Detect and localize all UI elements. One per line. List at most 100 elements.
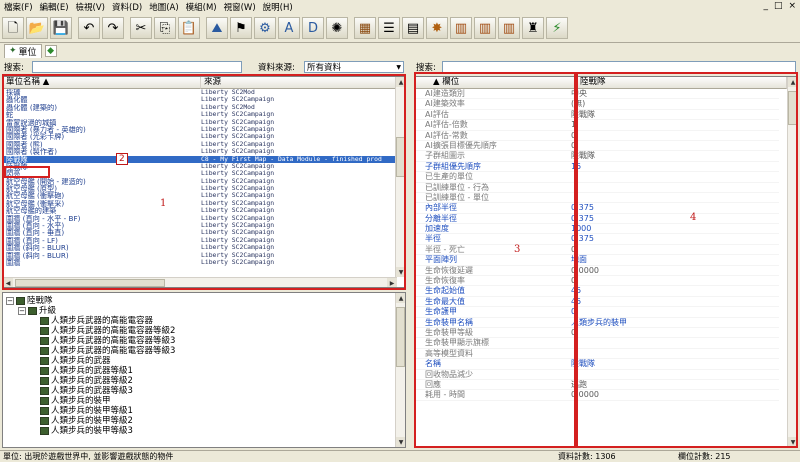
upgrade-icon — [40, 427, 49, 435]
undo-icon[interactable]: ↶ — [78, 17, 100, 39]
copy-icon[interactable]: ⎘ — [154, 17, 176, 39]
upgrade-icon — [40, 357, 49, 365]
menu-item-4[interactable]: 地圖(A) — [149, 1, 178, 13]
tab-row: ✦ 單位 ◆ — [0, 42, 800, 58]
menu-item-3[interactable]: 資料(D) — [112, 1, 142, 13]
book3-icon[interactable]: ▥ — [498, 17, 520, 39]
collapse-icon[interactable]: − — [6, 297, 14, 305]
unit-tab-icon: ✦ — [9, 46, 17, 56]
menu-item-1[interactable]: 編輯(E) — [40, 1, 69, 13]
tree-label: 人類步兵武器的高能電容器等級3 — [51, 346, 176, 356]
cut-icon[interactable]: ✂ — [130, 17, 152, 39]
unit-panel-icon[interactable]: ▦ — [354, 17, 376, 39]
minimize-icon[interactable]: _ — [763, 1, 768, 11]
game-test-icon[interactable]: ⚡ — [546, 17, 568, 39]
search-label: 搜索: — [4, 63, 24, 73]
redo-icon[interactable]: ↷ — [102, 17, 124, 39]
source-select[interactable]: 所有資料 ▼ — [304, 61, 404, 73]
sound-icon[interactable]: ✺ — [326, 17, 348, 39]
upgrade-icon — [40, 377, 49, 385]
tree-item[interactable]: 人類步兵的武器等級2 — [2, 376, 406, 386]
tree-label: 人類步兵武器的高能電容器 — [51, 316, 154, 326]
toolbar: 🗋 📂 💾 ↶ ↷ ✂ ⎘ 📋 ⛰ ⚑ ⚙ A D ✺ ▦ ☰ ▤ ✸ ▥ ▥ ▥ ♜ ⚡ — [0, 14, 800, 42]
tree-item[interactable]: 人類步兵武器的高能電容器等級2 — [2, 326, 406, 336]
menu-item-7[interactable]: 說明(H) — [263, 1, 293, 13]
book1-icon[interactable]: ▥ — [450, 17, 472, 39]
annotation-label-3: 3 — [514, 244, 521, 255]
open-folder-icon[interactable]: 📂 — [26, 17, 48, 39]
menu-item-0[interactable]: 檔案(F) — [4, 1, 33, 13]
annotation-box-2 — [4, 166, 50, 178]
tree-label: 人類步兵的武器等級1 — [51, 366, 133, 376]
tree-label: 人類步兵的裝甲等級2 — [51, 416, 133, 426]
paste-icon[interactable]: 📋 — [178, 17, 200, 39]
window-controls: _ □ × — [763, 1, 796, 11]
search-input[interactable] — [32, 61, 242, 73]
import-icon[interactable]: D — [302, 17, 324, 39]
window-icon[interactable]: ▤ — [402, 17, 424, 39]
tree-item[interactable]: 人類步兵武器的高能電容器 — [2, 316, 406, 326]
tab-units[interactable]: ✦ 單位 — [4, 43, 42, 58]
upgrade-icon — [40, 317, 49, 325]
annotation-box-3 — [414, 72, 576, 448]
status-description: 單位: 出現於遊戲世界中, 並影響遊戲狀態的物件 — [3, 452, 174, 461]
left-search-row: 搜索: 資料來源: 所有資料 ▼ — [4, 60, 408, 74]
source-select-value: 所有資料 — [307, 63, 342, 73]
upgrade-icon — [40, 327, 49, 335]
tree-item[interactable]: 人類步兵武器的高能電容器等級3 — [2, 346, 406, 356]
menu-bar: 檔案(F) 編輯(E) 檢視(V) 資料(D) 地圖(A) 模組(M) 視窗(W) 說明(H) — [0, 0, 800, 14]
list-icon[interactable]: ☰ — [378, 17, 400, 39]
tree-item[interactable]: 人類步兵的裝甲 — [2, 396, 406, 406]
tree-item[interactable]: 人類步兵武器的高能電容器等級3 — [2, 336, 406, 346]
trigger-icon[interactable]: ⚑ — [230, 17, 252, 39]
upgrade-icon — [28, 307, 37, 315]
tree-item[interactable]: 人類步兵的武器等級3 — [2, 386, 406, 396]
save-icon[interactable]: 💾 — [50, 17, 72, 39]
annotation-label-4: 4 — [690, 212, 697, 223]
object-tree: − 陸戰隊 − 升級 人類步兵武器的高能電容器 人類步兵武器的高能電容器等級2 人類步兵武器… — [2, 296, 406, 446]
tree-root[interactable]: − 陸戰隊 — [2, 296, 406, 306]
source-label: 資料來源: — [258, 63, 295, 73]
upgrade-icon — [40, 407, 49, 415]
collapse-icon[interactable]: − — [18, 307, 26, 315]
tab-units-label: 單位 — [18, 47, 37, 58]
annotation-label-2: 2 — [116, 153, 128, 165]
annotation-box-4 — [576, 72, 798, 448]
tower-icon[interactable]: ♜ — [522, 17, 544, 39]
status-field-count: 欄位計數: 215 — [678, 452, 731, 461]
new-file-icon[interactable]: 🗋 — [2, 17, 24, 39]
tree-label: 人類步兵的裝甲 — [51, 396, 111, 406]
tree-item[interactable]: 人類步兵的武器等級1 — [2, 366, 406, 376]
upgrade-icon — [40, 347, 49, 355]
tree-label: 人類步兵武器的高能電容器等級2 — [51, 326, 176, 336]
tree-label: 人類步兵武器的高能電容器等級3 — [51, 336, 176, 346]
tree-label: 人類步兵的裝甲等級1 — [51, 406, 133, 416]
data-gear-icon[interactable]: ⚙ — [254, 17, 276, 39]
tree-item[interactable]: 人類步兵的裝甲等級2 — [2, 416, 406, 426]
text-icon[interactable]: A — [278, 17, 300, 39]
upgrade-icon — [40, 337, 49, 345]
book2-icon[interactable]: ▥ — [474, 17, 496, 39]
annotation-box-1 — [2, 74, 406, 290]
menu-item-5[interactable]: 模組(M) — [186, 1, 217, 13]
upgrade-icon — [40, 417, 49, 425]
add-tab-icon[interactable]: ◆ — [44, 44, 57, 57]
rock-icon[interactable]: ✸ — [426, 17, 448, 39]
tree-item[interactable]: 人類步兵的武器 — [2, 356, 406, 366]
tree-group-upgrades[interactable]: − 升級 — [2, 306, 406, 316]
tree-label: 人類步兵的武器等級2 — [51, 376, 133, 386]
upgrade-icon — [40, 397, 49, 405]
tree-item[interactable]: 人類步兵的裝甲等級3 — [2, 426, 406, 436]
menu-item-2[interactable]: 檢視(V) — [76, 1, 105, 13]
status-bar: 單位: 出現於遊戲世界中, 並影響遊戲狀態的物件 資料計數: 1306 欄位計數… — [0, 450, 800, 462]
tree-item[interactable]: 人類步兵的裝甲等級1 — [2, 406, 406, 416]
terrain-icon[interactable]: ⛰ — [206, 17, 228, 39]
menu-item-6[interactable]: 視窗(W) — [224, 1, 256, 13]
upgrade-icon — [40, 367, 49, 375]
tree-label: 陸戰隊 — [27, 296, 53, 306]
tree-label: 升級 — [39, 306, 57, 316]
close-icon[interactable]: × — [788, 1, 796, 11]
tree-label: 人類步兵的武器 — [51, 356, 111, 366]
upgrade-icon — [16, 297, 25, 305]
restore-icon[interactable]: □ — [774, 1, 783, 11]
